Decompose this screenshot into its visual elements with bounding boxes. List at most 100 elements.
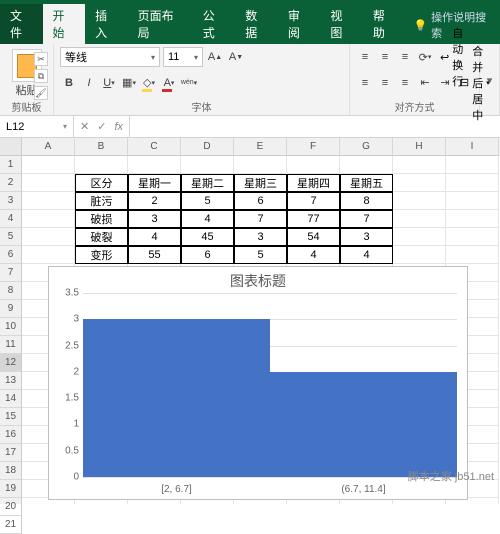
embedded-chart[interactable]: 图表标题 00.511.522.533.5 [2, 6.7](6.7, 11.4… <box>48 266 468 500</box>
cell[interactable]: 6 <box>181 246 234 264</box>
cell[interactable] <box>287 156 340 174</box>
row-header[interactable]: 7 <box>0 264 22 282</box>
cell[interactable]: 8 <box>340 192 393 210</box>
row-header[interactable]: 19 <box>0 480 22 498</box>
cell[interactable]: 7 <box>234 210 287 228</box>
cell[interactable] <box>446 156 499 174</box>
cell[interactable] <box>446 210 499 228</box>
chart-bar[interactable] <box>83 319 270 477</box>
row-header[interactable]: 8 <box>0 282 22 300</box>
cell[interactable] <box>446 228 499 246</box>
column-header[interactable]: A <box>22 138 75 156</box>
row-header[interactable]: 3 <box>0 192 22 210</box>
cell[interactable] <box>393 192 446 210</box>
row-header[interactable]: 14 <box>0 390 22 408</box>
border-button[interactable]: ▦▾ <box>120 73 138 93</box>
row-header[interactable]: 6 <box>0 246 22 264</box>
cell[interactable] <box>393 210 446 228</box>
column-header[interactable]: E <box>234 138 287 156</box>
formula-input[interactable] <box>129 116 500 137</box>
cell[interactable]: 破裂 <box>75 228 128 246</box>
cell[interactable]: 55 <box>128 246 181 264</box>
align-right-button[interactable]: ≡ <box>396 73 414 93</box>
tab-file[interactable]: 文件 <box>0 4 43 44</box>
column-header[interactable]: B <box>75 138 128 156</box>
cell[interactable]: 星期四 <box>287 174 340 192</box>
indent-increase-button[interactable]: ⇥ <box>436 73 454 93</box>
row-header[interactable]: 21 <box>0 516 22 534</box>
font-color-button[interactable]: A▾ <box>160 73 178 93</box>
tab-home[interactable]: 开始 <box>43 4 86 44</box>
cell[interactable] <box>393 246 446 264</box>
cell[interactable]: 星期一 <box>128 174 181 192</box>
row-header[interactable]: 2 <box>0 174 22 192</box>
cell-grid[interactable]: 区分星期一星期二星期三星期四星期五脏污25678破损347777破裂445354… <box>22 156 500 504</box>
indent-decrease-button[interactable]: ⇤ <box>416 73 434 93</box>
cell[interactable] <box>340 156 393 174</box>
cell[interactable] <box>181 156 234 174</box>
cell[interactable] <box>393 156 446 174</box>
wrap-text-button[interactable]: ↩自动换行 <box>436 47 473 67</box>
column-header[interactable]: C <box>128 138 181 156</box>
cell[interactable] <box>393 228 446 246</box>
column-header[interactable]: I <box>446 138 499 156</box>
row-header[interactable]: 10 <box>0 318 22 336</box>
cell[interactable]: 破损 <box>75 210 128 228</box>
phonetic-button[interactable]: wén▾ <box>180 73 198 93</box>
bold-button[interactable]: B <box>60 73 78 93</box>
font-size-combo[interactable]: 11▾ <box>163 47 203 67</box>
cell[interactable]: 星期五 <box>340 174 393 192</box>
cell[interactable] <box>22 246 75 264</box>
row-header[interactable]: 5 <box>0 228 22 246</box>
cell[interactable] <box>22 228 75 246</box>
cell[interactable]: 4 <box>181 210 234 228</box>
row-header[interactable]: 11 <box>0 336 22 354</box>
column-header[interactable]: G <box>340 138 393 156</box>
chart-bar[interactable] <box>270 372 457 477</box>
cut-button[interactable]: ✂ <box>34 52 48 66</box>
cell[interactable]: 区分 <box>75 174 128 192</box>
row-header[interactable]: 12 <box>0 354 22 372</box>
row-header[interactable]: 15 <box>0 408 22 426</box>
cell[interactable]: 7 <box>287 192 340 210</box>
cell[interactable]: 星期三 <box>234 174 287 192</box>
fill-color-button[interactable]: ◇▾ <box>140 73 158 93</box>
cell[interactable]: 6 <box>234 192 287 210</box>
row-header[interactable]: 20 <box>0 498 22 516</box>
align-center-button[interactable]: ≡ <box>376 73 394 93</box>
tab-review[interactable]: 审阅 <box>278 4 321 44</box>
row-header[interactable]: 1 <box>0 156 22 174</box>
font-name-combo[interactable]: 等线▾ <box>60 47 160 67</box>
cell[interactable] <box>22 210 75 228</box>
column-header[interactable]: F <box>287 138 340 156</box>
row-header[interactable]: 13 <box>0 372 22 390</box>
enter-formula-icon[interactable]: ✓ <box>97 120 106 133</box>
cell[interactable]: 3 <box>340 228 393 246</box>
align-bottom-button[interactable]: ≡ <box>396 47 414 67</box>
ribbon-overflow[interactable]: ▾ <box>480 44 500 115</box>
tab-data[interactable]: 数据 <box>235 4 278 44</box>
cell[interactable] <box>22 192 75 210</box>
cell[interactable] <box>234 156 287 174</box>
column-header[interactable]: D <box>181 138 234 156</box>
tab-view[interactable]: 视图 <box>320 4 363 44</box>
cancel-formula-icon[interactable]: ✕ <box>80 120 89 133</box>
cell[interactable] <box>393 174 446 192</box>
cell[interactable]: 5 <box>181 192 234 210</box>
name-box[interactable]: L12▾ <box>0 116 74 137</box>
row-header[interactable]: 17 <box>0 444 22 462</box>
cell[interactable]: 7 <box>340 210 393 228</box>
decrease-font-button[interactable]: A▼ <box>227 47 245 67</box>
cell[interactable]: 4 <box>128 228 181 246</box>
row-header[interactable]: 4 <box>0 210 22 228</box>
chart-title[interactable]: 图表标题 <box>49 267 467 295</box>
select-all-corner[interactable] <box>0 138 22 156</box>
cell[interactable]: 变形 <box>75 246 128 264</box>
underline-button[interactable]: U▾ <box>100 73 118 93</box>
cell[interactable] <box>22 156 75 174</box>
cell[interactable]: 4 <box>287 246 340 264</box>
chart-plot-area[interactable]: 00.511.522.533.5 <box>83 293 457 477</box>
orientation-button[interactable]: ⟳▾ <box>416 47 434 67</box>
row-header[interactable]: 9 <box>0 300 22 318</box>
cell[interactable]: 5 <box>234 246 287 264</box>
